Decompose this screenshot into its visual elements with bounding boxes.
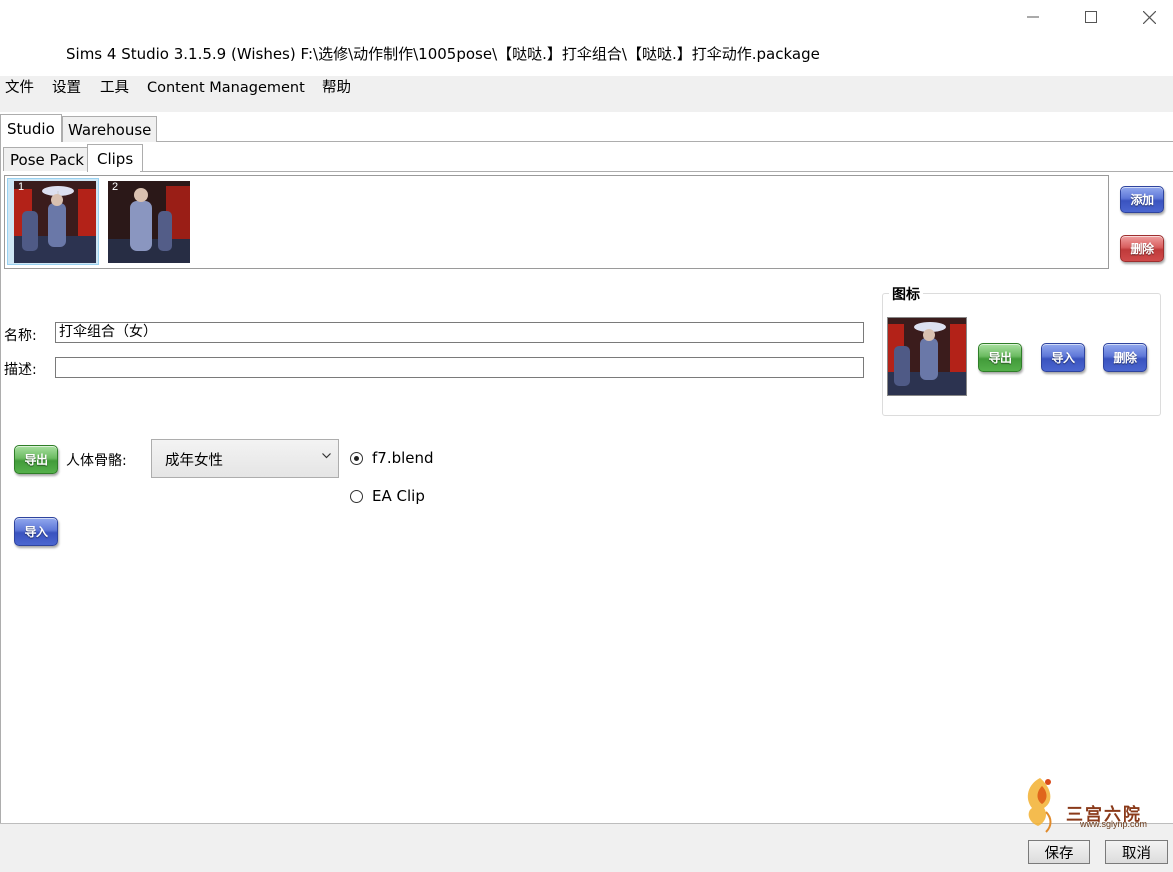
icon-delete-button[interactable]: 删除 — [1103, 343, 1147, 372]
menu-content-management[interactable]: Content Management — [147, 76, 305, 100]
tab-clips[interactable]: Clips — [87, 144, 144, 172]
description-field[interactable] — [55, 357, 864, 378]
tab-pose-pack[interactable]: Pose Pack — [3, 147, 91, 171]
minimize-button[interactable] — [1005, 2, 1061, 32]
maximize-icon — [1085, 11, 1097, 23]
radio-ea-clip[interactable] — [350, 490, 363, 503]
menu-bar: 文件 设置 工具 Content Management 帮助 — [0, 76, 1173, 112]
chevron-down-icon — [322, 453, 331, 459]
site-watermark: 三宫六院 www.sglynp.com — [1018, 772, 1170, 834]
clip-list[interactable]: 1 2 — [4, 175, 1109, 269]
rig-export-button[interactable]: 导出 — [14, 445, 58, 474]
title-bar: Sims 4 Studio 3.1.5.9 (Wishes) F:\选修\动作制… — [0, 0, 1173, 76]
panel-left-border — [0, 142, 1, 824]
rig-import-button[interactable]: 导入 — [14, 517, 58, 546]
icon-export-button[interactable]: 导出 — [978, 343, 1022, 372]
menu-tools[interactable]: 工具 — [100, 76, 129, 100]
maximize-button[interactable] — [1063, 2, 1119, 32]
tab-studio[interactable]: Studio — [0, 114, 62, 142]
window-title: Sims 4 Studio 3.1.5.9 (Wishes) F:\选修\动作制… — [66, 45, 820, 63]
close-button[interactable] — [1121, 2, 1173, 32]
clip-number: 2 — [112, 181, 119, 193]
save-button[interactable]: 保存 — [1028, 840, 1090, 864]
menu-file[interactable]: 文件 — [5, 76, 34, 100]
description-label: 描述: — [4, 362, 37, 378]
icon-preview — [887, 317, 967, 396]
radio-checked-dot — [354, 456, 359, 461]
clip-thumbnail[interactable]: 1 — [14, 181, 96, 263]
delete-clip-button[interactable]: 删除 — [1120, 235, 1164, 262]
footer-bar — [0, 824, 1173, 872]
skeleton-select[interactable]: 成年女性 — [151, 439, 339, 478]
phoenix-logo-icon — [1027, 778, 1052, 833]
skeleton-select-value: 成年女性 — [165, 453, 223, 469]
close-icon — [1142, 10, 1156, 24]
minimize-icon — [1027, 16, 1039, 18]
clip-thumbnail[interactable]: 2 — [108, 181, 190, 263]
name-label: 名称: — [4, 328, 37, 344]
name-field[interactable]: 打伞组合（女） — [55, 322, 864, 343]
icon-group-title: 图标 — [889, 284, 923, 304]
tab-divider — [156, 141, 1173, 142]
clip-number: 1 — [18, 181, 25, 193]
clip-preview-image — [14, 181, 96, 263]
clip-preview-image — [108, 181, 190, 263]
cancel-button[interactable]: 取消 — [1105, 840, 1168, 864]
radio-f7-blend[interactable] — [350, 452, 363, 465]
icon-import-button[interactable]: 导入 — [1041, 343, 1085, 372]
radio-ea-clip-label: EA Clip — [372, 487, 425, 505]
radio-f7-blend-label: f7.blend — [372, 449, 434, 467]
menu-help[interactable]: 帮助 — [322, 76, 351, 100]
tab-warehouse[interactable]: Warehouse — [62, 116, 158, 142]
watermark-url: www.sglynp.com — [1080, 819, 1148, 829]
icon-image — [888, 318, 966, 395]
add-clip-button[interactable]: 添加 — [1120, 186, 1164, 213]
menu-settings[interactable]: 设置 — [52, 76, 81, 100]
subtab-divider — [140, 171, 1173, 172]
skeleton-label: 人体骨骼: — [66, 453, 127, 469]
